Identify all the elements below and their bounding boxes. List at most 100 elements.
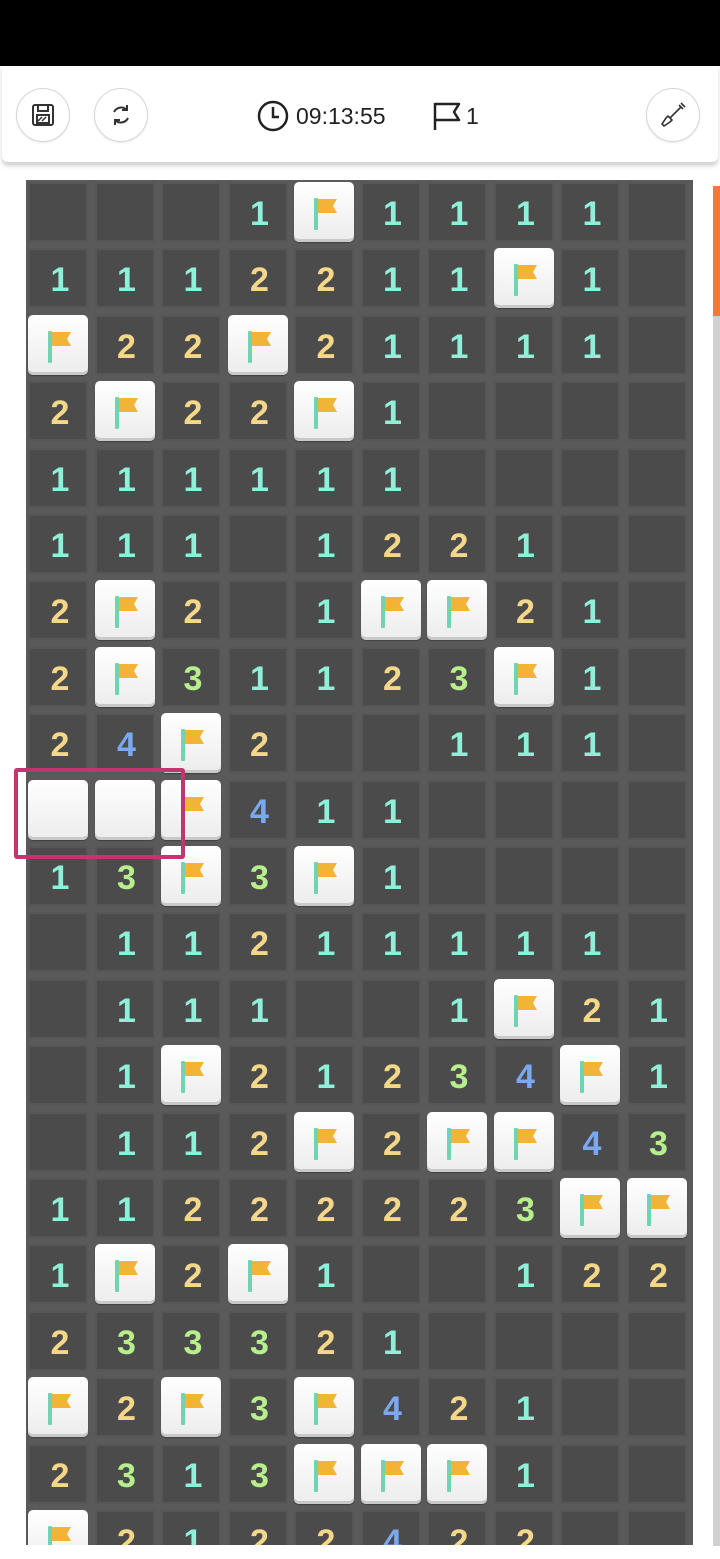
empty-cell[interactable] — [28, 912, 88, 973]
empty-cell[interactable] — [360, 713, 421, 774]
empty-cell[interactable] — [427, 846, 487, 906]
empty-cell[interactable] — [560, 1377, 620, 1438]
number-cell[interactable]: 1 — [427, 182, 487, 242]
number-cell[interactable]: 3 — [427, 646, 487, 707]
dig-mode-button[interactable] — [646, 88, 700, 142]
number-cell[interactable]: 1 — [560, 646, 620, 707]
number-cell[interactable]: 1 — [427, 713, 487, 774]
empty-cell[interactable] — [28, 1111, 88, 1172]
number-cell[interactable]: 2 — [227, 1510, 288, 1545]
empty-cell[interactable] — [360, 978, 421, 1039]
empty-cell[interactable] — [626, 779, 687, 840]
number-cell[interactable]: 2 — [227, 381, 288, 442]
number-cell[interactable]: 3 — [161, 646, 221, 707]
flagged-cell[interactable] — [28, 1377, 88, 1438]
number-cell[interactable]: 2 — [161, 1178, 221, 1238]
empty-cell[interactable] — [626, 912, 687, 973]
flagged-cell[interactable] — [28, 314, 88, 375]
flagged-cell[interactable] — [94, 1244, 155, 1305]
flagged-cell[interactable] — [161, 1045, 221, 1106]
number-cell[interactable]: 2 — [161, 381, 221, 442]
empty-cell[interactable] — [626, 447, 687, 508]
number-cell[interactable]: 1 — [427, 314, 487, 375]
number-cell[interactable]: 1 — [28, 1244, 88, 1305]
number-cell[interactable]: 1 — [161, 514, 221, 574]
number-cell[interactable]: 1 — [94, 447, 155, 508]
number-cell[interactable]: 3 — [161, 1310, 221, 1371]
number-cell[interactable]: 1 — [294, 580, 354, 641]
empty-cell[interactable] — [227, 580, 288, 641]
number-cell[interactable]: 2 — [427, 1178, 487, 1238]
number-cell[interactable]: 1 — [560, 248, 620, 309]
empty-cell[interactable] — [560, 779, 620, 840]
number-cell[interactable]: 2 — [360, 1111, 421, 1172]
number-cell[interactable]: 2 — [294, 314, 354, 375]
number-cell[interactable]: 1 — [294, 1244, 354, 1305]
empty-cell[interactable] — [294, 713, 354, 774]
flagged-cell[interactable] — [294, 1377, 354, 1438]
empty-cell[interactable] — [560, 1310, 620, 1371]
empty-cell[interactable] — [626, 846, 687, 906]
flagged-cell[interactable] — [493, 646, 554, 707]
flagged-cell[interactable] — [161, 713, 221, 774]
number-cell[interactable]: 1 — [294, 912, 354, 973]
number-cell[interactable]: 2 — [28, 1310, 88, 1371]
number-cell[interactable]: 1 — [560, 580, 620, 641]
number-cell[interactable]: 1 — [360, 447, 421, 508]
flagged-cell[interactable] — [94, 381, 155, 442]
number-cell[interactable]: 1 — [360, 248, 421, 309]
number-cell[interactable]: 3 — [227, 1443, 288, 1504]
flagged-cell[interactable] — [294, 1111, 354, 1172]
number-cell[interactable]: 1 — [360, 381, 421, 442]
number-cell[interactable]: 1 — [227, 447, 288, 508]
number-cell[interactable]: 1 — [493, 1244, 554, 1305]
number-cell[interactable]: 2 — [493, 580, 554, 641]
number-cell[interactable]: 1 — [227, 646, 288, 707]
empty-cell[interactable] — [626, 713, 687, 774]
number-cell[interactable]: 2 — [294, 1510, 354, 1545]
flagged-cell[interactable] — [294, 846, 354, 906]
number-cell[interactable]: 2 — [227, 912, 288, 973]
number-cell[interactable]: 1 — [94, 1111, 155, 1172]
number-cell[interactable]: 3 — [626, 1111, 687, 1172]
empty-cell[interactable] — [626, 1310, 687, 1371]
flagged-cell[interactable] — [161, 1377, 221, 1438]
flagged-cell[interactable] — [427, 1111, 487, 1172]
number-cell[interactable]: 2 — [28, 381, 88, 442]
number-cell[interactable]: 1 — [94, 978, 155, 1039]
empty-cell[interactable] — [626, 580, 687, 641]
empty-cell[interactable] — [626, 1377, 687, 1438]
number-cell[interactable]: 1 — [161, 248, 221, 309]
empty-cell[interactable] — [427, 381, 487, 442]
number-cell[interactable]: 1 — [360, 779, 421, 840]
number-cell[interactable]: 1 — [94, 912, 155, 973]
number-cell[interactable]: 3 — [227, 1377, 288, 1438]
empty-cell[interactable] — [626, 182, 687, 242]
number-cell[interactable]: 4 — [560, 1111, 620, 1172]
empty-cell[interactable] — [493, 447, 554, 508]
number-cell[interactable]: 2 — [161, 580, 221, 641]
empty-cell[interactable] — [560, 447, 620, 508]
empty-cell[interactable] — [227, 514, 288, 574]
number-cell[interactable]: 3 — [94, 1310, 155, 1371]
number-cell[interactable]: 1 — [427, 912, 487, 973]
number-cell[interactable]: 4 — [493, 1045, 554, 1106]
number-cell[interactable]: 2 — [427, 514, 487, 574]
number-cell[interactable]: 1 — [161, 1111, 221, 1172]
number-cell[interactable]: 4 — [360, 1377, 421, 1438]
empty-cell[interactable] — [626, 1443, 687, 1504]
number-cell[interactable]: 2 — [493, 1510, 554, 1545]
number-cell[interactable]: 1 — [360, 314, 421, 375]
empty-cell[interactable] — [626, 646, 687, 707]
number-cell[interactable]: 1 — [360, 182, 421, 242]
number-cell[interactable]: 1 — [560, 182, 620, 242]
number-cell[interactable]: 1 — [94, 514, 155, 574]
number-cell[interactable]: 1 — [360, 1310, 421, 1371]
number-cell[interactable]: 1 — [626, 978, 687, 1039]
empty-cell[interactable] — [427, 1310, 487, 1371]
empty-cell[interactable] — [427, 1244, 487, 1305]
number-cell[interactable]: 4 — [227, 779, 288, 840]
number-cell[interactable]: 2 — [294, 248, 354, 309]
number-cell[interactable]: 1 — [94, 1045, 155, 1106]
number-cell[interactable]: 2 — [94, 1510, 155, 1545]
